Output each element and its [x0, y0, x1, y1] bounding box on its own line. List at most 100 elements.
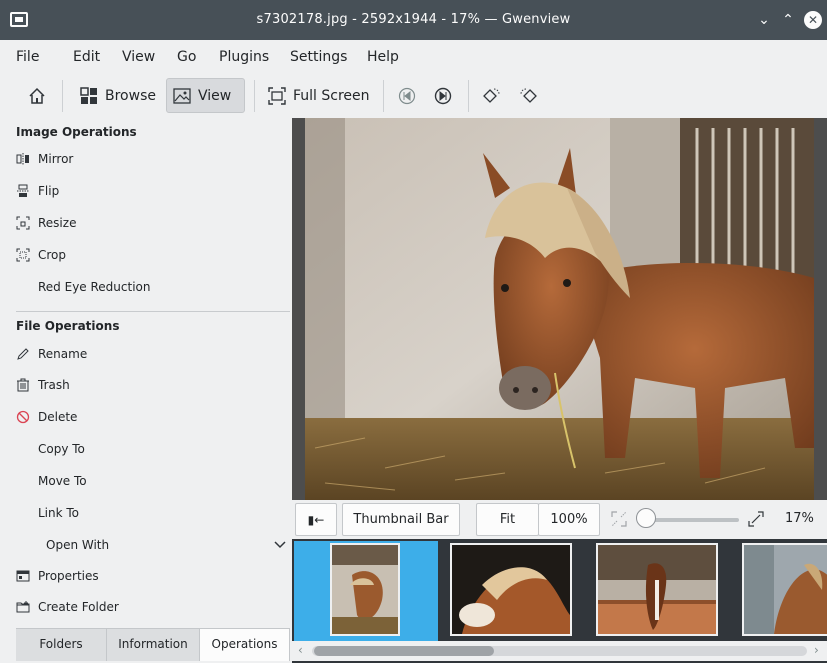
menu-help[interactable]: Help [367, 49, 399, 65]
sidebar: Image Operations Mirror Flip Resize Crop… [0, 118, 292, 663]
flip-icon [17, 184, 29, 197]
toggle-sidebar-button[interactable]: ▮← [295, 503, 337, 536]
tab-folders[interactable]: Folders [16, 629, 107, 661]
file-operations-heading: File Operations [16, 319, 120, 333]
open-with-action[interactable]: Open With [46, 538, 286, 552]
properties-label: Properties [38, 569, 99, 583]
rotate-left-icon [483, 88, 500, 103]
zoom-slider-track[interactable] [644, 518, 739, 522]
zoom-out-icon[interactable] [611, 511, 627, 527]
toolbar-separator [468, 80, 469, 112]
create-folder-action[interactable]: Create Folder [16, 600, 119, 614]
folder-new-icon [16, 601, 30, 613]
fullscreen-button[interactable]: Full Screen [262, 78, 376, 113]
menu-plugins[interactable]: Plugins [219, 49, 269, 65]
next-icon [434, 87, 452, 104]
link-to-label: Link To [38, 506, 80, 520]
maximize-button[interactable]: ⌃ [779, 11, 797, 29]
menu-bar: File Edit View Go Plugins Settings Help [0, 40, 827, 74]
copy-to-action[interactable]: Copy To [38, 442, 85, 456]
delete-action[interactable]: Delete [16, 410, 77, 424]
tab-information[interactable]: Information [107, 629, 200, 661]
rename-action[interactable]: Rename [16, 347, 87, 361]
zoom-in-icon[interactable] [748, 511, 764, 527]
thumbnail-image [598, 545, 716, 634]
thumbnail-image [332, 545, 398, 634]
menu-settings[interactable]: Settings [290, 49, 347, 65]
fit-button[interactable]: Fit [476, 503, 539, 536]
thumbnail-image [452, 545, 570, 634]
chevron-down-icon [274, 541, 286, 549]
flip-label: Flip [38, 184, 60, 198]
home-icon [29, 87, 45, 104]
open-with-label: Open With [46, 538, 110, 552]
flip-action[interactable]: Flip [16, 184, 59, 198]
view-label: View [198, 87, 232, 104]
thumbnail-item[interactable] [450, 543, 572, 636]
thumbnail-bar-button[interactable]: Thumbnail Bar [342, 503, 460, 536]
red-eye-reduction-action[interactable]: Red Eye Reduction [38, 280, 150, 294]
trash-icon [17, 378, 29, 392]
scrollbar-handle[interactable] [314, 646, 494, 656]
create-folder-label: Create Folder [38, 600, 119, 614]
toolbar-separator [383, 80, 384, 112]
trash-action[interactable]: Trash [16, 378, 70, 392]
title-bar: s7302178.jpg - 2592x1944 - 17% — Gwenvie… [0, 0, 827, 40]
close-button[interactable]: ✕ [804, 11, 822, 29]
properties-action[interactable]: Properties [16, 569, 99, 583]
zoom-100-button[interactable]: 100% [538, 503, 600, 536]
scroll-right-arrow-icon[interactable]: › [814, 643, 819, 657]
thumbnail-item[interactable] [596, 543, 718, 636]
mirror-icon [16, 153, 29, 165]
tab-operations[interactable]: Operations [200, 629, 290, 661]
move-to-label: Move To [38, 474, 87, 488]
rename-label: Rename [38, 347, 88, 361]
minimize-button[interactable]: ⌄ [755, 11, 773, 29]
zoom-value: 17% [785, 511, 814, 526]
next-button[interactable] [428, 78, 465, 113]
thumbnail-item[interactable] [742, 543, 827, 636]
mirror-action[interactable]: Mirror [16, 152, 73, 166]
menu-edit[interactable]: Edit [73, 49, 100, 65]
image-operations-heading: Image Operations [16, 125, 137, 139]
crop-icon [16, 248, 30, 262]
menu-view[interactable]: View [122, 49, 155, 65]
crop-action[interactable]: Crop [16, 248, 66, 262]
previous-icon [398, 87, 416, 104]
copy-to-label: Copy To [38, 442, 85, 456]
resize-label: Resize [38, 216, 77, 230]
fullscreen-label: Full Screen [293, 87, 370, 104]
sidebar-tabs: Folders Information Operations [16, 628, 290, 661]
menu-go[interactable]: Go [177, 49, 196, 65]
toolbar-separator [62, 80, 63, 112]
resize-action[interactable]: Resize [16, 216, 76, 230]
thumbnail-scrollbar[interactable]: ‹ › [292, 641, 827, 661]
properties-icon [16, 570, 30, 582]
move-to-action[interactable]: Move To [38, 474, 87, 488]
rotate-left-button[interactable] [475, 78, 514, 113]
image-icon [173, 87, 191, 104]
menu-file[interactable]: File [16, 49, 39, 65]
browse-label: Browse [105, 87, 156, 104]
browse-button[interactable]: Browse [74, 78, 162, 113]
thumbnail-image [744, 545, 827, 634]
red-eye-reduction-label: Red Eye Reduction [38, 280, 151, 294]
thumbnail-bar: ‹ › [292, 539, 827, 663]
view-button[interactable]: View [166, 78, 245, 113]
main-toolbar: Browse View Full Screen [0, 74, 827, 118]
section-divider [16, 311, 290, 312]
rotate-right-icon [520, 88, 537, 103]
image-viewer[interactable] [292, 118, 827, 500]
fullscreen-icon [268, 86, 286, 105]
home-button[interactable] [22, 78, 59, 113]
resize-icon [16, 216, 30, 230]
thumbnail-item[interactable] [330, 543, 400, 636]
zoom-slider-handle[interactable] [636, 508, 656, 528]
scroll-left-arrow-icon[interactable]: ‹ [298, 643, 303, 657]
previous-button[interactable] [392, 78, 429, 113]
link-to-action[interactable]: Link To [38, 506, 79, 520]
trash-label: Trash [38, 378, 70, 392]
delete-label: Delete [38, 410, 78, 424]
crop-label: Crop [38, 248, 67, 262]
rotate-right-button[interactable] [513, 78, 552, 113]
